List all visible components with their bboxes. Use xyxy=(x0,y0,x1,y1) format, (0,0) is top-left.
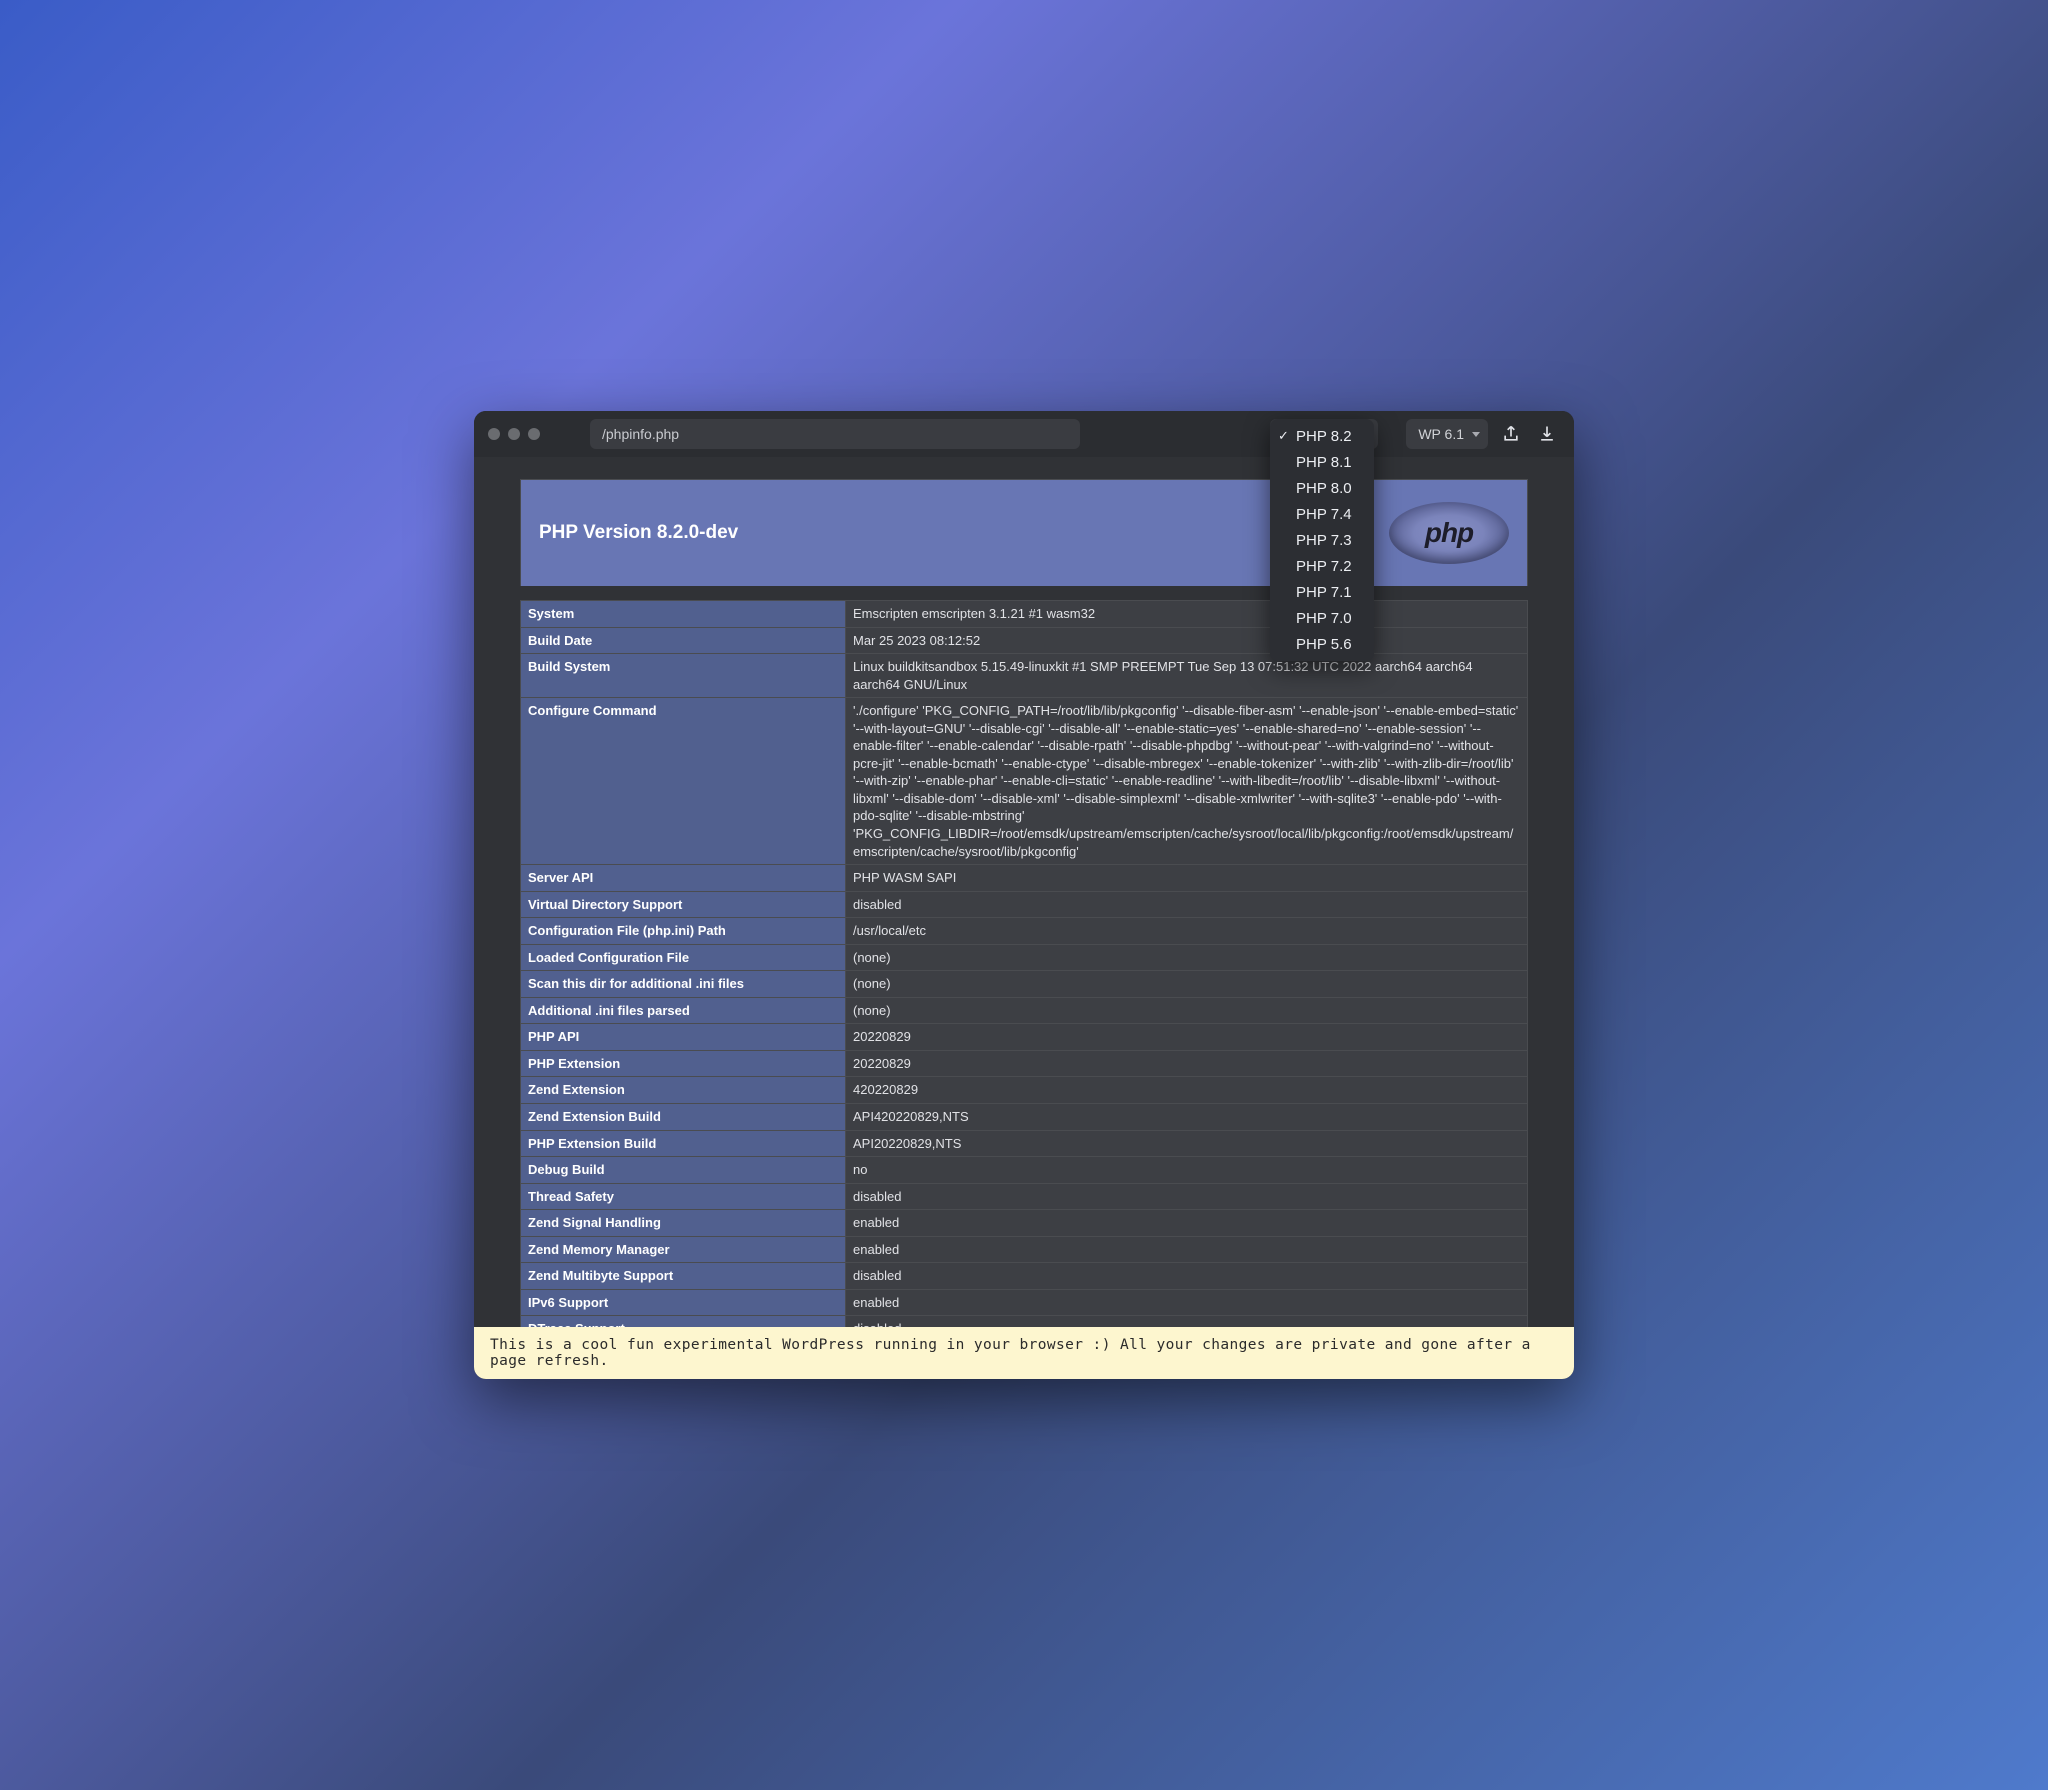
table-row: Debug Buildno xyxy=(521,1157,1528,1184)
table-key: Build System xyxy=(521,654,846,698)
table-row: Virtual Directory Supportdisabled xyxy=(521,891,1528,918)
table-value: Linux buildkitsandbox 5.15.49-linuxkit #… xyxy=(846,654,1528,698)
php-version-menu-item[interactable]: PHP 8.0 xyxy=(1270,475,1374,501)
table-row: Server APIPHP WASM SAPI xyxy=(521,865,1528,892)
footer-banner: This is a cool fun experimental WordPres… xyxy=(474,1327,1574,1379)
table-row: Additional .ini files parsed(none) xyxy=(521,997,1528,1024)
php-version-menu-item[interactable]: PHP 8.2 xyxy=(1270,423,1374,449)
table-key: Additional .ini files parsed xyxy=(521,997,846,1024)
table-key: PHP Extension Build xyxy=(521,1130,846,1157)
php-version-menu-item[interactable]: PHP 7.2 xyxy=(1270,553,1374,579)
table-value: 420220829 xyxy=(846,1077,1528,1104)
table-row: SystemEmscripten emscripten 3.1.21 #1 wa… xyxy=(521,601,1528,628)
table-value: (none) xyxy=(846,944,1528,971)
footer-text: This is a cool fun experimental WordPres… xyxy=(490,1337,1531,1369)
table-key: Zend Extension xyxy=(521,1077,846,1104)
table-row: DTrace Supportdisabled xyxy=(521,1316,1528,1327)
table-key: IPv6 Support xyxy=(521,1289,846,1316)
table-value: disabled xyxy=(846,1263,1528,1290)
table-key: Server API xyxy=(521,865,846,892)
table-row: Configure Command'./configure' 'PKG_CONF… xyxy=(521,698,1528,865)
php-version-menu-item[interactable]: PHP 7.4 xyxy=(1270,501,1374,527)
wp-version-dropdown[interactable]: WP 6.1 xyxy=(1406,419,1488,449)
table-value: 20220829 xyxy=(846,1024,1528,1051)
chevron-down-icon xyxy=(1472,432,1480,437)
php-version-menu-item[interactable]: PHP 7.0 xyxy=(1270,605,1374,631)
table-row: Thread Safetydisabled xyxy=(521,1183,1528,1210)
table-value: PHP WASM SAPI xyxy=(846,865,1528,892)
table-row: Zend Multibyte Supportdisabled xyxy=(521,1263,1528,1290)
table-value: Emscripten emscripten 3.1.21 #1 wasm32 xyxy=(846,601,1528,628)
table-value: 20220829 xyxy=(846,1050,1528,1077)
table-key: Debug Build xyxy=(521,1157,846,1184)
address-bar-value: /phpinfo.php xyxy=(602,426,679,442)
table-value: './configure' 'PKG_CONFIG_PATH=/root/lib… xyxy=(846,698,1528,865)
wp-version-label: WP 6.1 xyxy=(1418,426,1464,442)
traffic-zoom-icon[interactable] xyxy=(528,428,540,440)
table-value: disabled xyxy=(846,1183,1528,1210)
download-icon xyxy=(1537,424,1557,444)
table-key: Build Date xyxy=(521,627,846,654)
table-key: Configuration File (php.ini) Path xyxy=(521,918,846,945)
share-icon xyxy=(1501,424,1521,444)
php-version-menu: PHP 8.2PHP 8.1PHP 8.0PHP 7.4PHP 7.3PHP 7… xyxy=(1270,419,1374,661)
table-key: Loaded Configuration File xyxy=(521,944,846,971)
table-row: Zend Extension BuildAPI420220829,NTS xyxy=(521,1104,1528,1131)
table-value: (none) xyxy=(846,997,1528,1024)
phpinfo-header: PHP Version 8.2.0-dev php xyxy=(520,479,1528,586)
table-key: Zend Extension Build xyxy=(521,1104,846,1131)
php-logo-text: php xyxy=(1425,517,1473,549)
table-value: disabled xyxy=(846,891,1528,918)
table-row: Loaded Configuration File(none) xyxy=(521,944,1528,971)
php-version-menu-item[interactable]: PHP 5.6 xyxy=(1270,631,1374,657)
table-row: PHP Extension20220829 xyxy=(521,1050,1528,1077)
table-key: Zend Memory Manager xyxy=(521,1236,846,1263)
php-version-menu-item[interactable]: PHP 7.1 xyxy=(1270,579,1374,605)
address-bar[interactable]: /phpinfo.php xyxy=(590,419,1080,449)
table-value: API20220829,NTS xyxy=(846,1130,1528,1157)
table-row: IPv6 Supportenabled xyxy=(521,1289,1528,1316)
traffic-lights xyxy=(488,428,540,440)
table-row: Zend Memory Managerenabled xyxy=(521,1236,1528,1263)
page-title: PHP Version 8.2.0-dev xyxy=(539,522,738,544)
table-key: Zend Multibyte Support xyxy=(521,1263,846,1290)
table-row: Scan this dir for additional .ini files(… xyxy=(521,971,1528,998)
table-key: Scan this dir for additional .ini files xyxy=(521,971,846,998)
table-row: Build SystemLinux buildkitsandbox 5.15.4… xyxy=(521,654,1528,698)
table-row: PHP API20220829 xyxy=(521,1024,1528,1051)
app-window: /phpinfo.php WP 6.1 PHP 8.2PHP 8.1PHP 8.… xyxy=(474,411,1574,1379)
table-row: Configuration File (php.ini) Path/usr/lo… xyxy=(521,918,1528,945)
traffic-close-icon[interactable] xyxy=(488,428,500,440)
table-key: DTrace Support xyxy=(521,1316,846,1327)
table-row: PHP Extension BuildAPI20220829,NTS xyxy=(521,1130,1528,1157)
table-row: Build DateMar 25 2023 08:12:52 xyxy=(521,627,1528,654)
table-value: /usr/local/etc xyxy=(846,918,1528,945)
phpinfo-table: SystemEmscripten emscripten 3.1.21 #1 wa… xyxy=(520,600,1528,1327)
table-key: System xyxy=(521,601,846,628)
table-value: enabled xyxy=(846,1289,1528,1316)
table-key: PHP API xyxy=(521,1024,846,1051)
page-content[interactable]: PHP Version 8.2.0-dev php SystemEmscript… xyxy=(474,457,1574,1327)
table-key: Configure Command xyxy=(521,698,846,865)
share-button[interactable] xyxy=(1498,421,1524,447)
table-value: (none) xyxy=(846,971,1528,998)
php-version-menu-item[interactable]: PHP 8.1 xyxy=(1270,449,1374,475)
download-button[interactable] xyxy=(1534,421,1560,447)
table-value: enabled xyxy=(846,1210,1528,1237)
titlebar: /phpinfo.php WP 6.1 PHP 8.2PHP 8.1PHP 8.… xyxy=(474,411,1574,457)
table-key: Virtual Directory Support xyxy=(521,891,846,918)
traffic-minimize-icon[interactable] xyxy=(508,428,520,440)
table-key: Thread Safety xyxy=(521,1183,846,1210)
php-logo: php xyxy=(1389,502,1509,564)
table-value: Mar 25 2023 08:12:52 xyxy=(846,627,1528,654)
table-key: Zend Signal Handling xyxy=(521,1210,846,1237)
table-row: Zend Signal Handlingenabled xyxy=(521,1210,1528,1237)
php-version-menu-item[interactable]: PHP 7.3 xyxy=(1270,527,1374,553)
table-row: Zend Extension420220829 xyxy=(521,1077,1528,1104)
table-value: disabled xyxy=(846,1316,1528,1327)
table-value: no xyxy=(846,1157,1528,1184)
table-value: enabled xyxy=(846,1236,1528,1263)
table-value: API420220829,NTS xyxy=(846,1104,1528,1131)
table-key: PHP Extension xyxy=(521,1050,846,1077)
